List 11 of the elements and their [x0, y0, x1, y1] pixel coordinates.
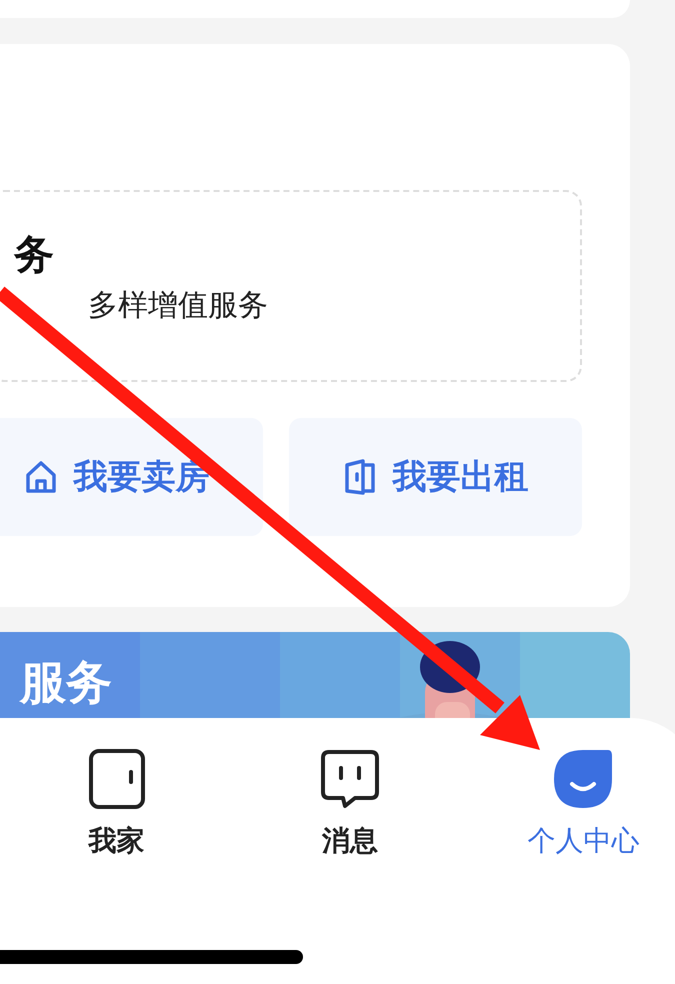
banner-title: 服务: [20, 654, 112, 710]
promo-subtitle: 多样增值服务: [88, 287, 268, 325]
chat-icon: [318, 748, 381, 810]
smiley-icon: [552, 748, 614, 810]
tab[interactable]: 我家: [0, 748, 234, 984]
promo-title: 务: [14, 232, 54, 278]
action-button[interactable]: 我要出租: [289, 418, 582, 536]
tab[interactable]: 消息: [233, 748, 467, 984]
tab[interactable]: 个人中心: [466, 748, 675, 984]
door-icon: [342, 459, 376, 495]
house-icon: [24, 459, 58, 495]
